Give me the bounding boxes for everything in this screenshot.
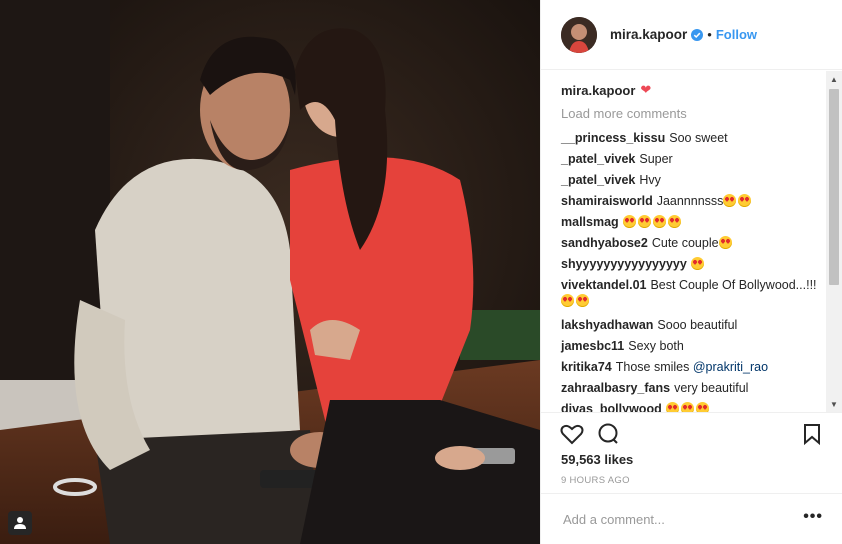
comment-username[interactable]: mallsmag xyxy=(561,215,619,229)
comment-row: __princess_kissu Soo sweet xyxy=(561,130,821,146)
verified-badge-icon xyxy=(691,28,704,41)
post-photo[interactable] xyxy=(0,0,540,544)
comment-text: Jaannnnsss xyxy=(656,194,724,208)
bookmark-icon[interactable] xyxy=(799,421,825,447)
comment-text: Those smiles xyxy=(615,360,693,374)
comment-row: zahraalbasry_fans very beautiful xyxy=(561,380,821,396)
comment-username[interactable]: shamiraisworld xyxy=(561,194,653,208)
heart-eyes-emoji-icon xyxy=(690,257,704,270)
comment-text: Hvy xyxy=(639,173,661,187)
heart-eyes-emoji-icon xyxy=(652,215,666,228)
comment-row: _patel_vivek Super xyxy=(561,151,821,167)
heart-eyes-emoji-icon xyxy=(576,294,589,307)
comment-username[interactable]: vivektandel.01 xyxy=(561,278,646,292)
heart-eyes-emoji-icon xyxy=(665,402,679,412)
more-options-button[interactable]: ••• xyxy=(803,508,823,526)
comment-row: jamesbc11 Sexy both xyxy=(561,338,821,354)
likes-count[interactable]: 59,563 likes xyxy=(561,452,633,467)
follow-button[interactable]: Follow xyxy=(716,27,757,42)
avatar[interactable] xyxy=(561,16,597,53)
heart-eyes-emoji-icon xyxy=(695,402,709,412)
comment-text: very beautiful xyxy=(674,381,749,395)
comment-mention-link[interactable]: @prakriti_rao xyxy=(693,360,768,374)
comment-row: mallsmag xyxy=(561,214,821,230)
comment-username[interactable]: _patel_vivek xyxy=(561,152,635,166)
header-username[interactable]: mira.kapoor xyxy=(610,27,687,42)
tag-user-icon xyxy=(14,517,26,529)
comment-icon[interactable] xyxy=(596,421,622,447)
heart-eyes-emoji-icon xyxy=(718,236,732,249)
heart-eyes-emoji-icon xyxy=(667,215,681,228)
comment-username[interactable]: jamesbc11 xyxy=(561,339,624,353)
load-more-comments[interactable]: Load more comments xyxy=(561,106,687,121)
heart-eyes-emoji-icon xyxy=(622,215,636,228)
comment-row: vivektandel.01 Best Couple Of Bollywood..… xyxy=(561,277,821,309)
comment-text: Sexy both xyxy=(628,339,684,353)
heart-eyes-emoji-icon xyxy=(637,215,651,228)
comments-scrollbar[interactable]: ▲ ▼ xyxy=(826,71,842,412)
post-actions: 59,563 likes 9 HOURS AGO xyxy=(541,412,842,493)
heart-icon[interactable] xyxy=(559,421,585,447)
tag-user-button[interactable] xyxy=(8,511,32,535)
caption: mira.kapoor ❤ xyxy=(561,82,651,98)
heart-eyes-emoji-icon xyxy=(680,402,694,412)
comment-row: sandhyabose2 Cute couple xyxy=(561,235,821,251)
comment-username[interactable]: __princess_kissu xyxy=(561,131,665,145)
comments-list[interactable]: mira.kapoor ❤ Load more comments __princ… xyxy=(541,71,827,412)
avatar-image xyxy=(561,16,597,53)
post-image xyxy=(0,0,540,544)
scroll-up-icon[interactable]: ▲ xyxy=(826,71,842,87)
comment-username[interactable]: shyyyyyyyyyyyyyyyy xyxy=(561,257,687,271)
comment-row: shamiraisworld Jaannnnsss xyxy=(561,193,821,209)
add-comment-input[interactable] xyxy=(561,508,785,530)
comment-text: Sooo beautiful xyxy=(657,318,738,332)
post-header: mira.kapoor • Follow xyxy=(541,0,842,70)
comment-row: kritika74 Those smiles @prakriti_rao xyxy=(561,359,821,375)
post-sidebar: mira.kapoor • Follow mira.kapoor ❤ Load … xyxy=(540,0,842,544)
header-separator: • xyxy=(707,27,712,42)
comment-text: Cute couple xyxy=(651,236,719,250)
heart-eyes-emoji-icon xyxy=(723,194,737,207)
post-timestamp[interactable]: 9 HOURS AGO xyxy=(561,475,630,486)
comment-text: Super xyxy=(639,152,673,166)
comment-username[interactable]: divas_bollywood xyxy=(561,402,662,412)
comment-row: lakshyadhawan Sooo beautiful xyxy=(561,317,821,333)
comment-text: Soo sweet xyxy=(669,131,728,145)
comment-username[interactable]: lakshyadhawan xyxy=(561,318,653,332)
comment-text: Best Couple Of Bollywood...!!! xyxy=(650,278,817,292)
comment-username[interactable]: kritika74 xyxy=(561,360,612,374)
heart-emoji-icon: ❤ xyxy=(640,82,652,97)
comment-username[interactable]: sandhyabose2 xyxy=(561,236,648,250)
scroll-thumb[interactable] xyxy=(829,89,839,285)
comment-username[interactable]: _patel_vivek xyxy=(561,173,635,187)
heart-eyes-emoji-icon xyxy=(561,294,574,307)
caption-username[interactable]: mira.kapoor xyxy=(561,83,635,98)
scroll-down-icon[interactable]: ▼ xyxy=(826,396,842,412)
heart-eyes-emoji-icon xyxy=(738,194,752,207)
comment-row: divas_bollywood xyxy=(561,401,821,412)
comment-row: _patel_vivek Hvy xyxy=(561,172,821,188)
comment-row: shyyyyyyyyyyyyyyyy xyxy=(561,256,821,272)
comment-username[interactable]: zahraalbasry_fans xyxy=(561,381,670,395)
add-comment-bar: ••• xyxy=(541,493,842,544)
